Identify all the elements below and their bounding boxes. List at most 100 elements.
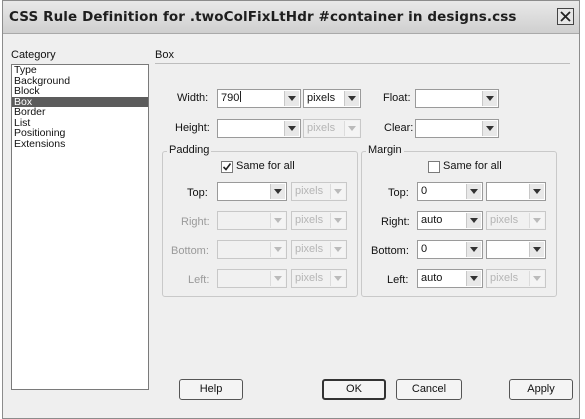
- width-unit-dropdown-button[interactable]: [344, 91, 359, 106]
- category-item-positioning[interactable]: Positioning: [12, 128, 148, 139]
- clear-select[interactable]: [415, 119, 499, 138]
- margin-bottom-unit-dropdown-button[interactable]: [529, 242, 544, 257]
- css-rule-definition-dialog: CSS Rule Definition for .twoColFixLtHdr …: [2, 0, 580, 419]
- margin-left-input[interactable]: auto: [417, 269, 483, 288]
- help-button[interactable]: Help: [179, 379, 243, 400]
- padding-right-dropdown-button: [270, 213, 285, 228]
- margin-left-unit-select: pixels: [486, 269, 546, 288]
- margin-top-unit-select[interactable]: [486, 182, 546, 201]
- chevron-down-icon: [533, 218, 541, 223]
- category-item-border[interactable]: Border: [12, 107, 148, 118]
- margin-top-value: 0: [421, 185, 428, 197]
- margin-top-label: Top:: [388, 187, 409, 199]
- category-heading: Category: [11, 49, 56, 61]
- height-input[interactable]: [217, 119, 301, 138]
- padding-bottom-unit-value: pixels: [295, 243, 324, 255]
- height-label: Height:: [175, 122, 210, 134]
- padding-left-label: Left:: [188, 274, 210, 286]
- padding-same-for-all-checkbox[interactable]: [221, 161, 233, 173]
- padding-top-unit-value: pixels: [295, 185, 324, 197]
- clear-label: Clear:: [384, 122, 414, 134]
- title-bar[interactable]: CSS Rule Definition for .twoColFixLtHdr …: [3, 1, 579, 34]
- ok-button[interactable]: OK: [322, 379, 386, 400]
- chevron-down-icon: [274, 276, 282, 281]
- margin-same-for-all-checkbox[interactable]: [428, 161, 440, 173]
- close-icon: [560, 11, 571, 22]
- margin-bottom-input[interactable]: 0: [417, 240, 483, 259]
- height-unit-value: pixels: [307, 122, 336, 134]
- chevron-down-icon: [334, 189, 342, 194]
- margin-right-dropdown-button[interactable]: [466, 213, 481, 228]
- text-cursor: [240, 91, 242, 102]
- apply-button[interactable]: Apply: [509, 379, 573, 400]
- margin-top-unit-dropdown-button[interactable]: [529, 184, 544, 199]
- padding-bottom-input: [217, 240, 287, 259]
- section-title: Box: [155, 49, 174, 61]
- margin-bottom-dropdown-button[interactable]: [466, 242, 481, 257]
- padding-top-label: Top:: [187, 187, 208, 199]
- padding-left-unit-value: pixels: [295, 272, 324, 284]
- margin-left-label: Left:: [387, 274, 409, 286]
- margin-right-label: Right:: [381, 216, 410, 228]
- width-unit-select[interactable]: pixels: [303, 89, 361, 108]
- chevron-down-icon: [274, 247, 282, 252]
- category-item-type[interactable]: Type: [12, 65, 148, 76]
- check-icon: [222, 163, 232, 171]
- margin-right-input[interactable]: auto: [417, 211, 483, 230]
- padding-left-input: [217, 269, 287, 288]
- margin-bottom-unit-select[interactable]: [486, 240, 546, 259]
- padding-same-for-all-label: Same for all: [236, 160, 295, 172]
- margin-right-unit-dropdown-button: [529, 213, 544, 228]
- padding-top-unit-select: pixels: [291, 182, 347, 201]
- category-item-extensions[interactable]: Extensions: [12, 138, 148, 150]
- margin-right-unit-value: pixels: [490, 214, 519, 226]
- chevron-down-icon: [288, 96, 296, 101]
- margin-top-input[interactable]: 0: [417, 182, 483, 201]
- padding-top-dropdown-button[interactable]: [270, 184, 285, 199]
- padding-bottom-label: Bottom:: [171, 245, 209, 257]
- chevron-down-icon: [533, 189, 541, 194]
- chevron-down-icon: [533, 247, 541, 252]
- height-dropdown-button[interactable]: [284, 121, 299, 136]
- padding-right-unit-select: pixels: [291, 211, 347, 230]
- padding-left-dropdown-button: [270, 271, 285, 286]
- chevron-down-icon: [348, 96, 356, 101]
- margin-right-unit-select: pixels: [486, 211, 546, 230]
- chevron-down-icon: [334, 247, 342, 252]
- category-list[interactable]: Type Background Block Box Border List Po…: [11, 64, 149, 390]
- margin-bottom-value: 0: [421, 243, 428, 255]
- chevron-down-icon: [274, 189, 282, 194]
- padding-left-unit-select: pixels: [291, 269, 347, 288]
- category-item-block[interactable]: Block: [12, 86, 148, 97]
- chevron-down-icon: [486, 96, 494, 101]
- chevron-down-icon: [288, 126, 296, 131]
- padding-left-unit-dropdown-button: [330, 271, 345, 286]
- margin-top-dropdown-button[interactable]: [466, 184, 481, 199]
- margin-left-unit-value: pixels: [490, 272, 519, 284]
- margin-bottom-label: Bottom:: [371, 245, 409, 257]
- width-dropdown-button[interactable]: [284, 91, 299, 106]
- close-button[interactable]: [557, 8, 574, 25]
- width-value: 790: [221, 92, 240, 104]
- height-unit-dropdown-button: [344, 121, 359, 136]
- padding-top-unit-dropdown-button: [330, 184, 345, 199]
- padding-bottom-dropdown-button: [270, 242, 285, 257]
- margin-right-value: auto: [421, 214, 443, 226]
- margin-group-title: Margin: [366, 144, 404, 156]
- padding-top-input[interactable]: [217, 182, 287, 201]
- float-select[interactable]: [415, 89, 499, 108]
- float-dropdown-button[interactable]: [482, 91, 497, 106]
- width-input[interactable]: 790: [217, 89, 301, 108]
- margin-left-value: auto: [421, 272, 443, 284]
- cancel-button[interactable]: Cancel: [396, 379, 462, 400]
- chevron-down-icon: [334, 218, 342, 223]
- chevron-down-icon: [533, 276, 541, 281]
- padding-bottom-unit-select: pixels: [291, 240, 347, 259]
- margin-left-dropdown-button[interactable]: [466, 271, 481, 286]
- clear-dropdown-button[interactable]: [482, 121, 497, 136]
- chevron-down-icon: [334, 276, 342, 281]
- margin-left-unit-dropdown-button: [529, 271, 544, 286]
- padding-right-input: [217, 211, 287, 230]
- float-label: Float:: [383, 92, 411, 104]
- padding-right-unit-dropdown-button: [330, 213, 345, 228]
